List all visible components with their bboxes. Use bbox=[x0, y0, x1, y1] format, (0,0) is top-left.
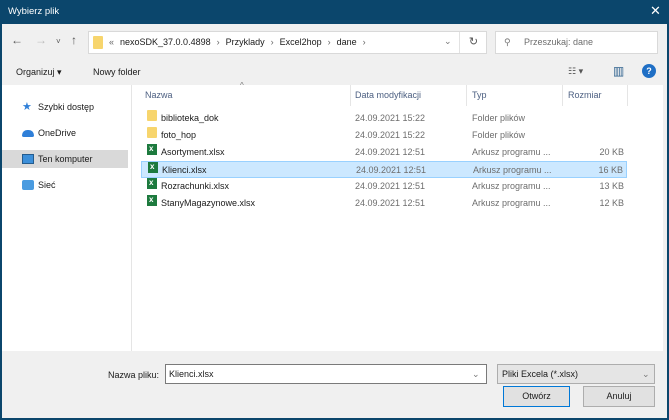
overflow-chevron[interactable]: « bbox=[109, 37, 114, 47]
file-size: 20 KB bbox=[599, 147, 624, 157]
sidebar-item-quick-access[interactable]: ★ Szybki dostęp bbox=[2, 98, 128, 116]
file-name: foto_hop bbox=[161, 130, 197, 140]
file-row[interactable]: biblioteka_dok 24.09.2021 15:22 Folder p… bbox=[141, 110, 627, 127]
refresh-button[interactable]: ↻ bbox=[459, 32, 487, 53]
address-bar[interactable]: « nexoSDK_37.0.0.4898 › Przyklady › Exce… bbox=[88, 31, 487, 54]
cloud-icon bbox=[22, 130, 34, 137]
sidebar-item-label: OneDrive bbox=[38, 128, 77, 138]
file-type-select[interactable]: Pliki Excela (*.xlsx) ⌄ bbox=[497, 364, 655, 384]
file-date: 24.09.2021 12:51 bbox=[355, 198, 426, 208]
computer-icon bbox=[22, 154, 34, 164]
star-icon: ★ bbox=[22, 101, 32, 113]
view-options-button[interactable]: ☷ ▾ bbox=[568, 66, 583, 77]
excel-file-icon bbox=[148, 158, 158, 175]
file-row[interactable]: Asortyment.xlsx 24.09.2021 12:51 Arkusz … bbox=[141, 140, 627, 161]
column-divider[interactable] bbox=[350, 85, 351, 106]
sidebar-item-this-pc[interactable]: Ten komputer bbox=[2, 150, 128, 168]
sidebar-item-label: Ten komputer bbox=[38, 154, 93, 164]
file-date: 24.09.2021 15:22 bbox=[355, 130, 426, 140]
file-type: Arkusz programu ... bbox=[472, 181, 551, 191]
file-dialog: Wybierz plik ✕ ← → ˅ ↑ « nexoSDK_37.0.0.… bbox=[0, 0, 669, 420]
file-row[interactable]: foto_hop 24.09.2021 15:22 Folder plików bbox=[141, 127, 627, 144]
close-icon[interactable]: ✕ bbox=[650, 3, 661, 19]
search-placeholder: Przeszukaj: dane bbox=[524, 37, 594, 47]
file-row[interactable]: Rozrachunki.xlsx 24.09.2021 12:51 Arkusz… bbox=[141, 174, 627, 195]
open-button[interactable]: Otwórz bbox=[503, 386, 570, 407]
breadcrumb-separator[interactable]: › bbox=[271, 37, 274, 47]
file-date: 24.09.2021 15:22 bbox=[355, 113, 426, 123]
excel-file-icon bbox=[147, 140, 157, 157]
file-type: Arkusz programu ... bbox=[472, 198, 551, 208]
column-divider[interactable] bbox=[562, 85, 563, 106]
file-size: 13 KB bbox=[599, 181, 624, 191]
folder-icon bbox=[147, 110, 157, 121]
preview-pane-button[interactable]: ▥ bbox=[613, 64, 624, 78]
breadcrumb-item[interactable]: nexoSDK_37.0.0.4898 bbox=[120, 37, 211, 47]
sidebar-item-network[interactable]: Sieć bbox=[2, 176, 128, 194]
file-date: 24.09.2021 12:51 bbox=[355, 147, 426, 157]
sidebar-item-label: Sieć bbox=[38, 180, 56, 190]
file-date: 24.09.2021 12:51 bbox=[356, 165, 427, 175]
new-folder-button[interactable]: Nowy folder bbox=[93, 67, 141, 77]
main-pane: ★ Szybki dostęp OneDrive Ten komputer Sie… bbox=[2, 81, 663, 351]
file-type-value: Pliki Excela (*.xlsx) bbox=[502, 369, 579, 379]
file-name: Asortyment.xlsx bbox=[161, 147, 225, 157]
window-title: Wybierz plik bbox=[8, 6, 60, 17]
filename-label: Nazwa pliku: bbox=[108, 370, 160, 380]
file-type: Arkusz programu ... bbox=[473, 165, 552, 175]
column-header-date[interactable]: Data modyfikacji bbox=[355, 90, 421, 100]
navigation-pane: ★ Szybki dostęp OneDrive Ten komputer Sie… bbox=[2, 85, 132, 351]
sort-arrow-icon: ^ bbox=[240, 81, 244, 90]
file-row[interactable]: Klienci.xlsx 24.09.2021 12:51 Arkusz pro… bbox=[141, 158, 627, 178]
column-divider[interactable] bbox=[627, 85, 628, 106]
up-button[interactable]: ↑ bbox=[71, 33, 77, 47]
network-icon bbox=[22, 180, 34, 190]
search-icon: ⚲ bbox=[504, 37, 511, 47]
chevron-down-icon[interactable]: ⌄ bbox=[444, 36, 452, 47]
column-header-type[interactable]: Typ bbox=[472, 90, 487, 100]
file-row[interactable]: StanyMagazynowe.xlsx 24.09.2021 12:51 Ar… bbox=[141, 191, 627, 212]
breadcrumb-item[interactable]: dane bbox=[337, 37, 357, 47]
column-divider[interactable] bbox=[466, 85, 467, 106]
file-size: 12 KB bbox=[599, 198, 624, 208]
breadcrumb-separator[interactable]: › bbox=[363, 37, 366, 47]
breadcrumb-separator[interactable]: › bbox=[217, 37, 220, 47]
file-type: Arkusz programu ... bbox=[472, 147, 551, 157]
column-header-name[interactable]: Nazwa bbox=[145, 90, 173, 100]
filename-input[interactable]: Klienci.xlsx ⌄ bbox=[165, 364, 487, 384]
forward-button[interactable]: → bbox=[35, 33, 47, 47]
breadcrumb-item[interactable]: Excel2hop bbox=[280, 37, 322, 47]
file-type: Folder plików bbox=[472, 113, 526, 123]
file-date: 24.09.2021 12:51 bbox=[355, 181, 426, 191]
sidebar-item-label: Szybki dostęp bbox=[38, 102, 95, 112]
file-name: Rozrachunki.xlsx bbox=[161, 181, 230, 191]
chevron-down-icon[interactable]: ⌄ bbox=[472, 369, 480, 380]
recent-locations-button[interactable]: ˅ bbox=[56, 37, 61, 46]
folder-icon bbox=[147, 127, 157, 138]
file-type: Folder plików bbox=[472, 130, 526, 140]
folder-icon bbox=[93, 36, 103, 49]
chevron-down-icon: ⌄ bbox=[642, 369, 650, 379]
cancel-button[interactable]: Anuluj bbox=[583, 386, 655, 407]
file-name: biblioteka_dok bbox=[161, 113, 219, 123]
breadcrumb-separator[interactable]: › bbox=[328, 37, 331, 47]
help-icon[interactable]: ? bbox=[642, 64, 656, 78]
file-name: Klienci.xlsx bbox=[162, 165, 207, 175]
back-button[interactable]: ← bbox=[11, 33, 23, 47]
excel-file-icon bbox=[147, 174, 157, 191]
column-header-size[interactable]: Rozmiar bbox=[568, 90, 602, 100]
file-name: StanyMagazynowe.xlsx bbox=[161, 198, 256, 208]
organize-button[interactable]: Organizuj ▾ bbox=[16, 67, 62, 78]
excel-file-icon bbox=[147, 191, 157, 208]
breadcrumb-item[interactable]: Przyklady bbox=[226, 37, 265, 47]
search-input[interactable]: ⚲ Przeszukaj: dane bbox=[495, 31, 658, 54]
filename-value: Klienci.xlsx bbox=[169, 369, 214, 379]
sidebar-item-onedrive[interactable]: OneDrive bbox=[2, 124, 128, 142]
file-size: 16 KB bbox=[598, 165, 623, 175]
